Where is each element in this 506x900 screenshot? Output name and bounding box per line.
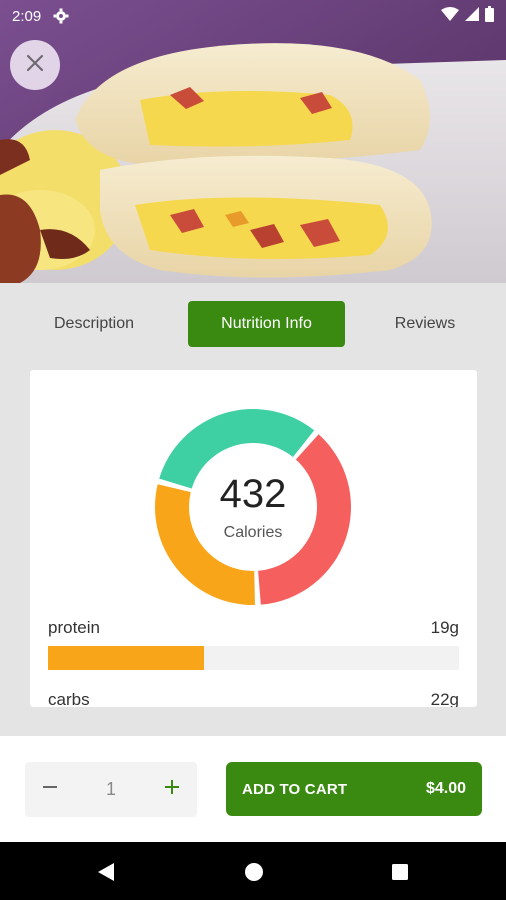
wifi-icon (441, 7, 459, 25)
battery-icon (485, 6, 494, 26)
calories-label: Calories (223, 524, 283, 541)
recents-icon[interactable] (389, 861, 411, 883)
nutrient-value: 19g (430, 618, 459, 637)
nutrition-card: 432 Calories protein 19g carbs 22g (30, 370, 477, 707)
nutrient-carbs: carbs 22g (48, 690, 459, 707)
nutrient-protein: protein 19g (48, 618, 459, 670)
status-bar: 2:09 (0, 0, 506, 32)
cart-bar: 1 ADD TO CART $4.00 (0, 736, 506, 842)
nutrient-bar-track (48, 646, 459, 670)
nutrient-name: carbs (48, 690, 90, 707)
quantity-value: 1 (105, 779, 116, 799)
nutrient-bar-fill (48, 646, 205, 670)
food-photo (0, 0, 506, 283)
close-button[interactable] (10, 40, 60, 90)
back-icon[interactable] (95, 861, 117, 883)
home-icon[interactable] (243, 861, 265, 883)
tab-label: Reviews (394, 315, 456, 332)
price-label: $4.00 (425, 780, 466, 797)
status-time: 2:09 (12, 7, 42, 25)
tab-bar: Description Nutrition Info Reviews (0, 283, 506, 367)
decrease-quantity-button[interactable] (25, 762, 75, 817)
add-to-cart-label: ADD TO CART (242, 780, 348, 798)
nutrient-value: 22g (430, 690, 459, 707)
nutrient-name: protein (48, 618, 100, 637)
quantity-stepper: 1 (25, 762, 197, 817)
tab-label: Nutrition Info (221, 315, 312, 332)
donut-center: 432 Calories (150, 404, 356, 610)
tab-nutrition-info[interactable]: Nutrition Info (188, 301, 345, 347)
plus-icon (164, 779, 180, 800)
tab-reviews[interactable]: Reviews (375, 301, 475, 347)
tab-label: Description (53, 315, 135, 332)
hero-image: 2:09 (0, 0, 506, 283)
calories-value: 432 (219, 472, 287, 516)
tab-description[interactable]: Description (30, 301, 158, 347)
minus-icon (42, 779, 58, 800)
close-icon (25, 53, 45, 78)
increase-quantity-button[interactable] (147, 762, 197, 817)
gear-icon (53, 8, 69, 24)
add-to-cart-button[interactable]: ADD TO CART $4.00 (226, 762, 482, 816)
signal-icon (465, 7, 479, 25)
system-navigation-bar (0, 842, 506, 900)
